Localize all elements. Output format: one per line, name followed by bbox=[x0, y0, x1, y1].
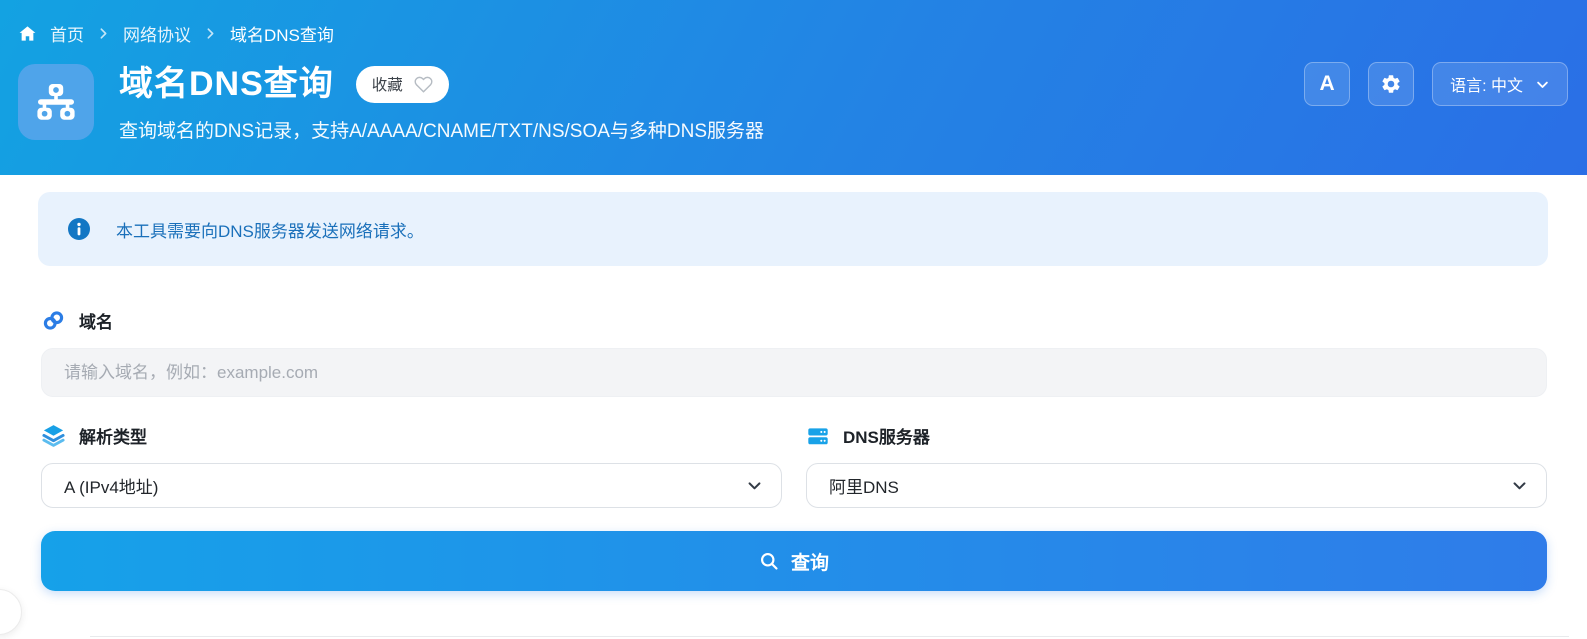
favorite-button[interactable]: 收藏 bbox=[355, 65, 449, 103]
language-selector[interactable]: 语言: 中文 bbox=[1432, 62, 1568, 106]
record-type-label: 解析类型 bbox=[41, 423, 782, 448]
domain-input[interactable] bbox=[41, 348, 1547, 397]
link-icon bbox=[41, 308, 66, 333]
network-sitemap-icon bbox=[18, 64, 94, 140]
chevron-down-icon bbox=[1535, 77, 1550, 92]
settings-button[interactable] bbox=[1368, 62, 1415, 106]
breadcrumb: 首页 网络协议 域名DNS查询 bbox=[0, 0, 1587, 46]
home-icon bbox=[18, 24, 37, 43]
record-type-value: A (IPv4地址) bbox=[64, 478, 159, 497]
tool-content: 本工具需要向DNS服务器发送网络请求。 域名 解析类型 A (IPv4地址) bbox=[0, 192, 1587, 637]
breadcrumb-current: 域名DNS查询 bbox=[230, 26, 334, 45]
font-size-button[interactable]: A bbox=[1304, 62, 1351, 106]
dns-server-label: DNS服务器 bbox=[806, 423, 1547, 448]
breadcrumb-section[interactable]: 网络协议 bbox=[123, 21, 191, 46]
chevron-right-icon bbox=[97, 27, 110, 40]
page-subtitle: 查询域名的DNS记录，支持A/AAAA/CNAME/TXT/NS/SOA与多种D… bbox=[119, 121, 765, 142]
chevron-right-icon bbox=[204, 27, 217, 40]
favorite-label: 收藏 bbox=[371, 77, 403, 94]
layers-icon bbox=[41, 423, 66, 448]
domain-label: 域名 bbox=[41, 308, 1547, 333]
dns-server-value: 阿里DNS bbox=[829, 478, 899, 497]
notice-text: 本工具需要向DNS服务器发送网络请求。 bbox=[116, 221, 424, 241]
server-icon bbox=[806, 424, 830, 448]
dns-server-select[interactable]: 阿里DNS bbox=[806, 463, 1547, 508]
page-title: 域名DNS查询 bbox=[119, 65, 334, 103]
page-header: 首页 网络协议 域名DNS查询 域名DNS查询 收藏 查询域名的DNS记录，支持… bbox=[0, 0, 1587, 175]
info-icon bbox=[68, 218, 90, 240]
record-type-select[interactable]: A (IPv4地址) bbox=[41, 463, 782, 508]
query-button[interactable]: 查询 bbox=[41, 531, 1547, 591]
search-icon bbox=[759, 551, 779, 571]
breadcrumb-home[interactable]: 首页 bbox=[50, 21, 84, 46]
gear-icon bbox=[1380, 73, 1402, 95]
language-label: 语言: 中文 bbox=[1450, 78, 1523, 95]
query-button-label: 查询 bbox=[790, 552, 829, 574]
chevron-down-icon bbox=[1511, 477, 1528, 494]
notice-banner: 本工具需要向DNS服务器发送网络请求。 bbox=[38, 192, 1548, 266]
section-divider bbox=[90, 636, 1569, 637]
chevron-down-icon bbox=[746, 477, 763, 494]
heart-icon bbox=[414, 75, 433, 94]
